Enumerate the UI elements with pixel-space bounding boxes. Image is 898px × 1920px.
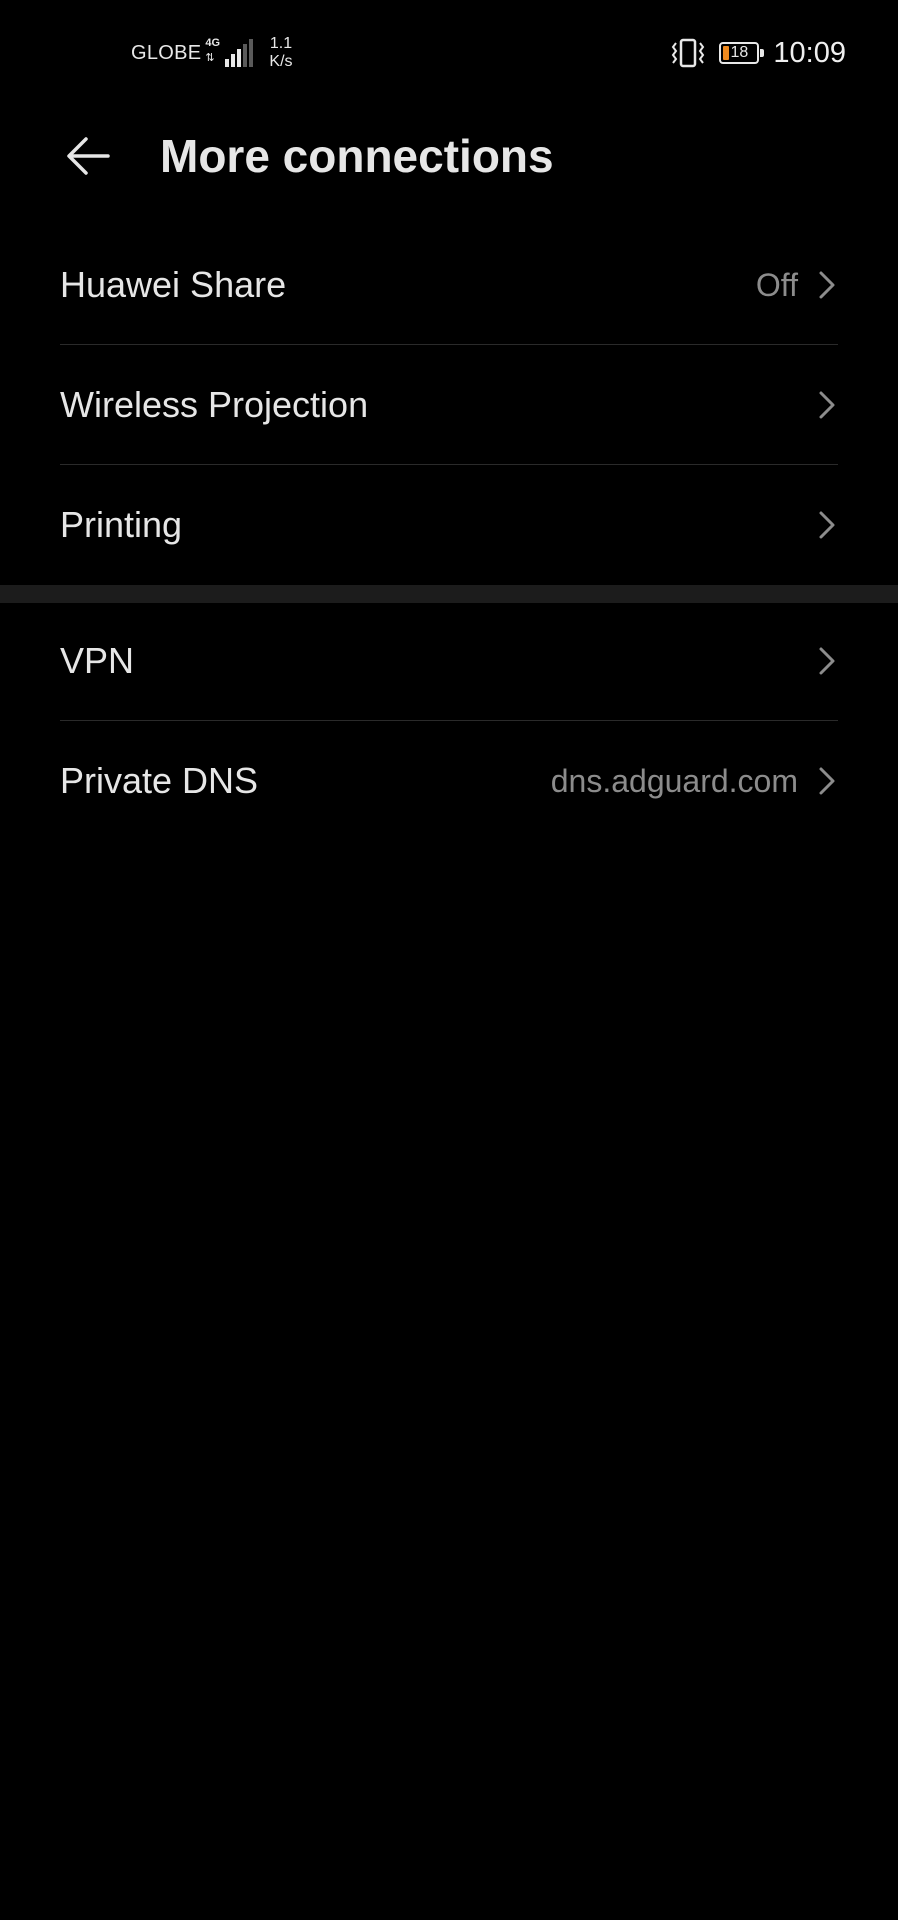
carrier-name: GLOBE [131, 41, 202, 64]
wireless-projection-item[interactable]: Wireless Projection [60, 345, 838, 465]
item-value: Off [755, 266, 798, 303]
chevron-right-icon [816, 269, 838, 301]
signal-bar [243, 44, 248, 67]
network-type-indicator: 4G ⇅ [205, 35, 223, 71]
page-title: More connections [160, 130, 554, 182]
vpn-item[interactable]: VPN [60, 601, 838, 721]
clock: 10:09 [773, 36, 846, 69]
battery-icon: 18 [719, 42, 765, 64]
signal-bar [249, 39, 254, 67]
item-label: Printing [60, 504, 183, 545]
signal-icon [225, 39, 255, 67]
huawei-share-item[interactable]: Huawei Share Off [60, 225, 838, 345]
back-arrow-icon [67, 137, 110, 175]
chevron-right-icon [816, 509, 838, 541]
item-label: Huawei Share [60, 264, 287, 305]
signal-bar [237, 49, 242, 67]
network-type: 4G [205, 37, 221, 49]
speed-value: 1.1 [269, 35, 293, 52]
chevron-right-icon [816, 389, 838, 421]
status-bar-left: GLOBE 4G ⇅ 1.1 K/s [131, 30, 293, 76]
item-value: dns.adguard.com [550, 762, 798, 799]
chevron-right-icon [816, 645, 838, 677]
settings-group-connections: Huawei Share Off Wireless Projection Pri… [0, 225, 898, 585]
status-bar-right: 18 10:09 [669, 30, 846, 76]
app-header: More connections [0, 110, 898, 200]
battery-level: 18 [730, 44, 749, 61]
settings-group-network: VPN Private DNS dns.adguard.com [0, 601, 898, 841]
item-label: Wireless Projection [60, 384, 369, 425]
network-speed: 1.1 K/s [269, 35, 292, 71]
vibrate-icon [672, 38, 705, 68]
signal-bar [231, 54, 236, 67]
speed-unit: K/s [269, 53, 293, 70]
printing-item[interactable]: Printing [60, 465, 838, 585]
status-bar: GLOBE 4G ⇅ 1.1 K/s 18 10:09 [0, 0, 898, 100]
chevron-right-icon [816, 765, 838, 797]
item-label: Private DNS [60, 760, 259, 801]
private-dns-item[interactable]: Private DNS dns.adguard.com [60, 721, 838, 841]
item-label: VPN [60, 640, 135, 681]
back-button[interactable] [60, 130, 116, 182]
data-activity-icon: ⇅ [205, 52, 215, 64]
signal-bar [225, 59, 230, 67]
